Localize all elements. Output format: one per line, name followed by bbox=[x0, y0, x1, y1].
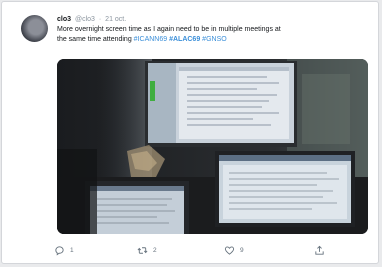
tweet-date[interactable]: 21 oct. bbox=[105, 16, 126, 23]
reply-button[interactable]: 1 bbox=[54, 245, 74, 256]
share-icon bbox=[315, 245, 324, 255]
share-button[interactable] bbox=[314, 245, 325, 256]
hashtag-alac69[interactable]: #ALAC69 bbox=[169, 36, 200, 43]
separator-dot: · bbox=[98, 16, 102, 23]
reply-count: 1 bbox=[70, 247, 74, 254]
retweet-count: 2 bbox=[153, 247, 157, 254]
hashtag-icann69[interactable]: #ICANN69 bbox=[134, 36, 167, 43]
author-name[interactable]: clo3 bbox=[57, 16, 71, 23]
retweet-icon bbox=[137, 247, 148, 254]
tweet-text-line2: the same time attending bbox=[57, 35, 132, 43]
like-button[interactable]: 9 bbox=[224, 245, 244, 256]
tweet-actions: 1 2 9 bbox=[2, 245, 378, 259]
tweet-text-line1: More overnight screen time as I again ne… bbox=[57, 26, 281, 33]
hashtag-gnso[interactable]: #GNSO bbox=[202, 36, 227, 43]
tweet-photo[interactable] bbox=[57, 59, 368, 234]
photo-of-screens bbox=[57, 59, 368, 234]
like-count: 9 bbox=[240, 247, 244, 254]
tweet-header: clo3 @clo3 · 21 oct. bbox=[57, 15, 126, 24]
tweet-text: More overnight screen time as I again ne… bbox=[57, 25, 362, 44]
retweet-button[interactable]: 2 bbox=[137, 245, 157, 256]
reply-icon bbox=[55, 246, 64, 256]
like-icon bbox=[224, 246, 235, 255]
avatar[interactable] bbox=[21, 15, 48, 42]
tweet-card[interactable]: clo3 @clo3 · 21 oct. More overnight scre… bbox=[1, 1, 379, 264]
author-handle[interactable]: @clo3 bbox=[75, 16, 95, 23]
